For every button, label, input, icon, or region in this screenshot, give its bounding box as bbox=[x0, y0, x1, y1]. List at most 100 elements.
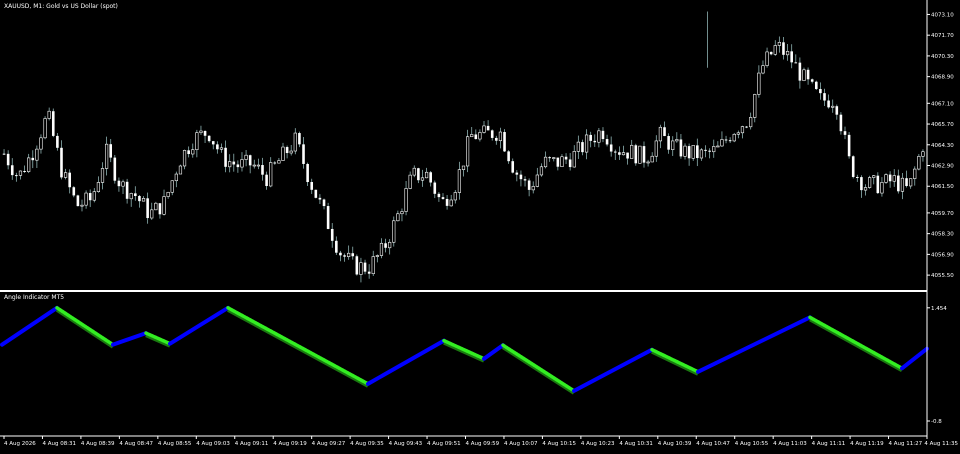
candle-body-down[interactable] bbox=[117, 180, 121, 187]
candle-body-up[interactable] bbox=[129, 193, 133, 200]
candle-body-up[interactable] bbox=[917, 156, 921, 170]
candle-body-up[interactable] bbox=[420, 177, 425, 181]
candle-body-down[interactable] bbox=[248, 155, 252, 166]
candle-body-down[interactable] bbox=[687, 146, 691, 159]
candle-body-down[interactable] bbox=[856, 176, 859, 178]
candle-body-down[interactable] bbox=[51, 111, 55, 136]
candle-body-down[interactable] bbox=[138, 195, 141, 202]
candle-body-up[interactable] bbox=[691, 145, 695, 159]
candle-body-down[interactable] bbox=[318, 197, 322, 200]
candle-body-up[interactable] bbox=[166, 191, 170, 197]
candle-body-up[interactable] bbox=[289, 150, 293, 154]
candle-body-down[interactable] bbox=[704, 149, 707, 151]
candle-body-up[interactable] bbox=[400, 211, 404, 215]
candle-body-down[interactable] bbox=[601, 130, 605, 140]
candle-body-down[interactable] bbox=[351, 253, 355, 257]
candle-body-down[interactable] bbox=[285, 147, 289, 154]
candle-body-up[interactable] bbox=[252, 164, 256, 167]
candle-body-down[interactable] bbox=[125, 181, 129, 199]
candle-body-down[interactable] bbox=[216, 144, 219, 150]
candle-body-down[interactable] bbox=[897, 175, 900, 192]
candle-body-up[interactable] bbox=[572, 151, 576, 168]
candle-body-up[interactable] bbox=[716, 145, 720, 148]
candle-body-down[interactable] bbox=[203, 130, 207, 136]
candle-body-up[interactable] bbox=[543, 156, 548, 168]
candle-body-down[interactable] bbox=[134, 193, 137, 196]
candle-body-down[interactable] bbox=[515, 172, 519, 175]
candle-body-up[interactable] bbox=[535, 174, 539, 187]
candle-body-up[interactable] bbox=[732, 133, 736, 142]
candle-body-up[interactable] bbox=[277, 160, 281, 164]
candle-body-up[interactable] bbox=[388, 241, 392, 249]
candle-body-down[interactable] bbox=[335, 240, 338, 253]
candle-body-up[interactable] bbox=[121, 181, 125, 187]
candle-body-down[interactable] bbox=[326, 206, 330, 229]
candle-body-up[interactable] bbox=[182, 150, 187, 167]
candle-body-down[interactable] bbox=[6, 153, 10, 166]
candle-body-down[interactable] bbox=[211, 141, 215, 145]
candle-body-up[interactable] bbox=[900, 177, 905, 192]
candle-body-down[interactable] bbox=[2, 153, 6, 155]
candle-body-down[interactable] bbox=[888, 174, 892, 182]
candle-body-down[interactable] bbox=[355, 256, 359, 275]
candle-body-up[interactable] bbox=[371, 256, 375, 275]
candle-body-down[interactable] bbox=[437, 193, 441, 198]
candle-body-down[interactable] bbox=[15, 175, 18, 177]
candle-body-down[interactable] bbox=[265, 174, 268, 186]
candle-body-up[interactable] bbox=[466, 136, 470, 167]
candle-body-down[interactable] bbox=[769, 51, 773, 55]
candle-body-down[interactable] bbox=[72, 187, 76, 196]
candle-body-down[interactable] bbox=[905, 178, 908, 186]
candle-body-down[interactable] bbox=[823, 93, 826, 101]
candle-body-down[interactable] bbox=[363, 262, 367, 272]
candle-body-down[interactable] bbox=[76, 195, 80, 207]
candle-body-up[interactable] bbox=[892, 175, 896, 182]
candle-body-up[interactable] bbox=[256, 164, 260, 167]
candle-body-up[interactable] bbox=[683, 145, 687, 157]
candle-body-up[interactable] bbox=[27, 157, 31, 172]
candle-body-down[interactable] bbox=[790, 51, 793, 63]
candle-body-up[interactable] bbox=[228, 161, 232, 168]
candle-body-up[interactable] bbox=[84, 192, 88, 206]
candle-body-up[interactable] bbox=[720, 139, 724, 147]
candle-body-down[interactable] bbox=[302, 144, 305, 164]
candle-body-up[interactable] bbox=[63, 172, 68, 178]
candle-body-up[interactable] bbox=[170, 180, 174, 193]
candle-body-up[interactable] bbox=[761, 65, 765, 74]
candle-body-down[interactable] bbox=[88, 193, 92, 201]
candle-body-up[interactable] bbox=[478, 132, 482, 140]
candle-body-up[interactable] bbox=[785, 51, 790, 56]
candle-body-up[interactable] bbox=[396, 213, 400, 222]
candle-body-down[interactable] bbox=[339, 252, 342, 256]
candle-body-up[interactable] bbox=[638, 145, 642, 164]
candle-body-down[interactable] bbox=[605, 139, 609, 145]
candle-body-up[interactable] bbox=[424, 171, 429, 179]
candle-body-up[interactable] bbox=[35, 148, 39, 161]
candle-body-up[interactable] bbox=[457, 169, 461, 193]
candle-body-down[interactable] bbox=[642, 146, 646, 163]
candle-body-down[interactable] bbox=[503, 132, 506, 152]
candle-body-down[interactable] bbox=[728, 140, 732, 142]
candle-body-up[interactable] bbox=[100, 168, 105, 183]
candle-body-up[interactable] bbox=[630, 144, 634, 159]
candle-body-up[interactable] bbox=[646, 161, 650, 164]
candle-body-down[interactable] bbox=[429, 172, 432, 183]
candle-body-up[interactable] bbox=[281, 146, 285, 161]
candle-body-down[interactable] bbox=[441, 197, 445, 199]
candle-body-up[interactable] bbox=[650, 155, 654, 163]
candle-body-down[interactable] bbox=[232, 161, 236, 165]
candle-body-down[interactable] bbox=[113, 157, 117, 181]
candle-body-up[interactable] bbox=[39, 137, 43, 150]
candle-body-down[interactable] bbox=[523, 179, 527, 181]
candle-body-down[interactable] bbox=[827, 100, 830, 108]
candle-body-down[interactable] bbox=[589, 134, 592, 141]
candle-body-down[interactable] bbox=[367, 271, 371, 274]
candle-body-up[interactable] bbox=[244, 154, 248, 160]
candle-body-down[interactable] bbox=[23, 170, 26, 172]
candle-body-up[interactable] bbox=[765, 51, 769, 66]
candle-body-down[interactable] bbox=[679, 139, 683, 157]
candle-body-up[interactable] bbox=[392, 220, 396, 243]
candle-body-up[interactable] bbox=[749, 117, 753, 128]
candle-body-down[interactable] bbox=[798, 62, 802, 81]
candle-body-down[interactable] bbox=[843, 131, 847, 135]
